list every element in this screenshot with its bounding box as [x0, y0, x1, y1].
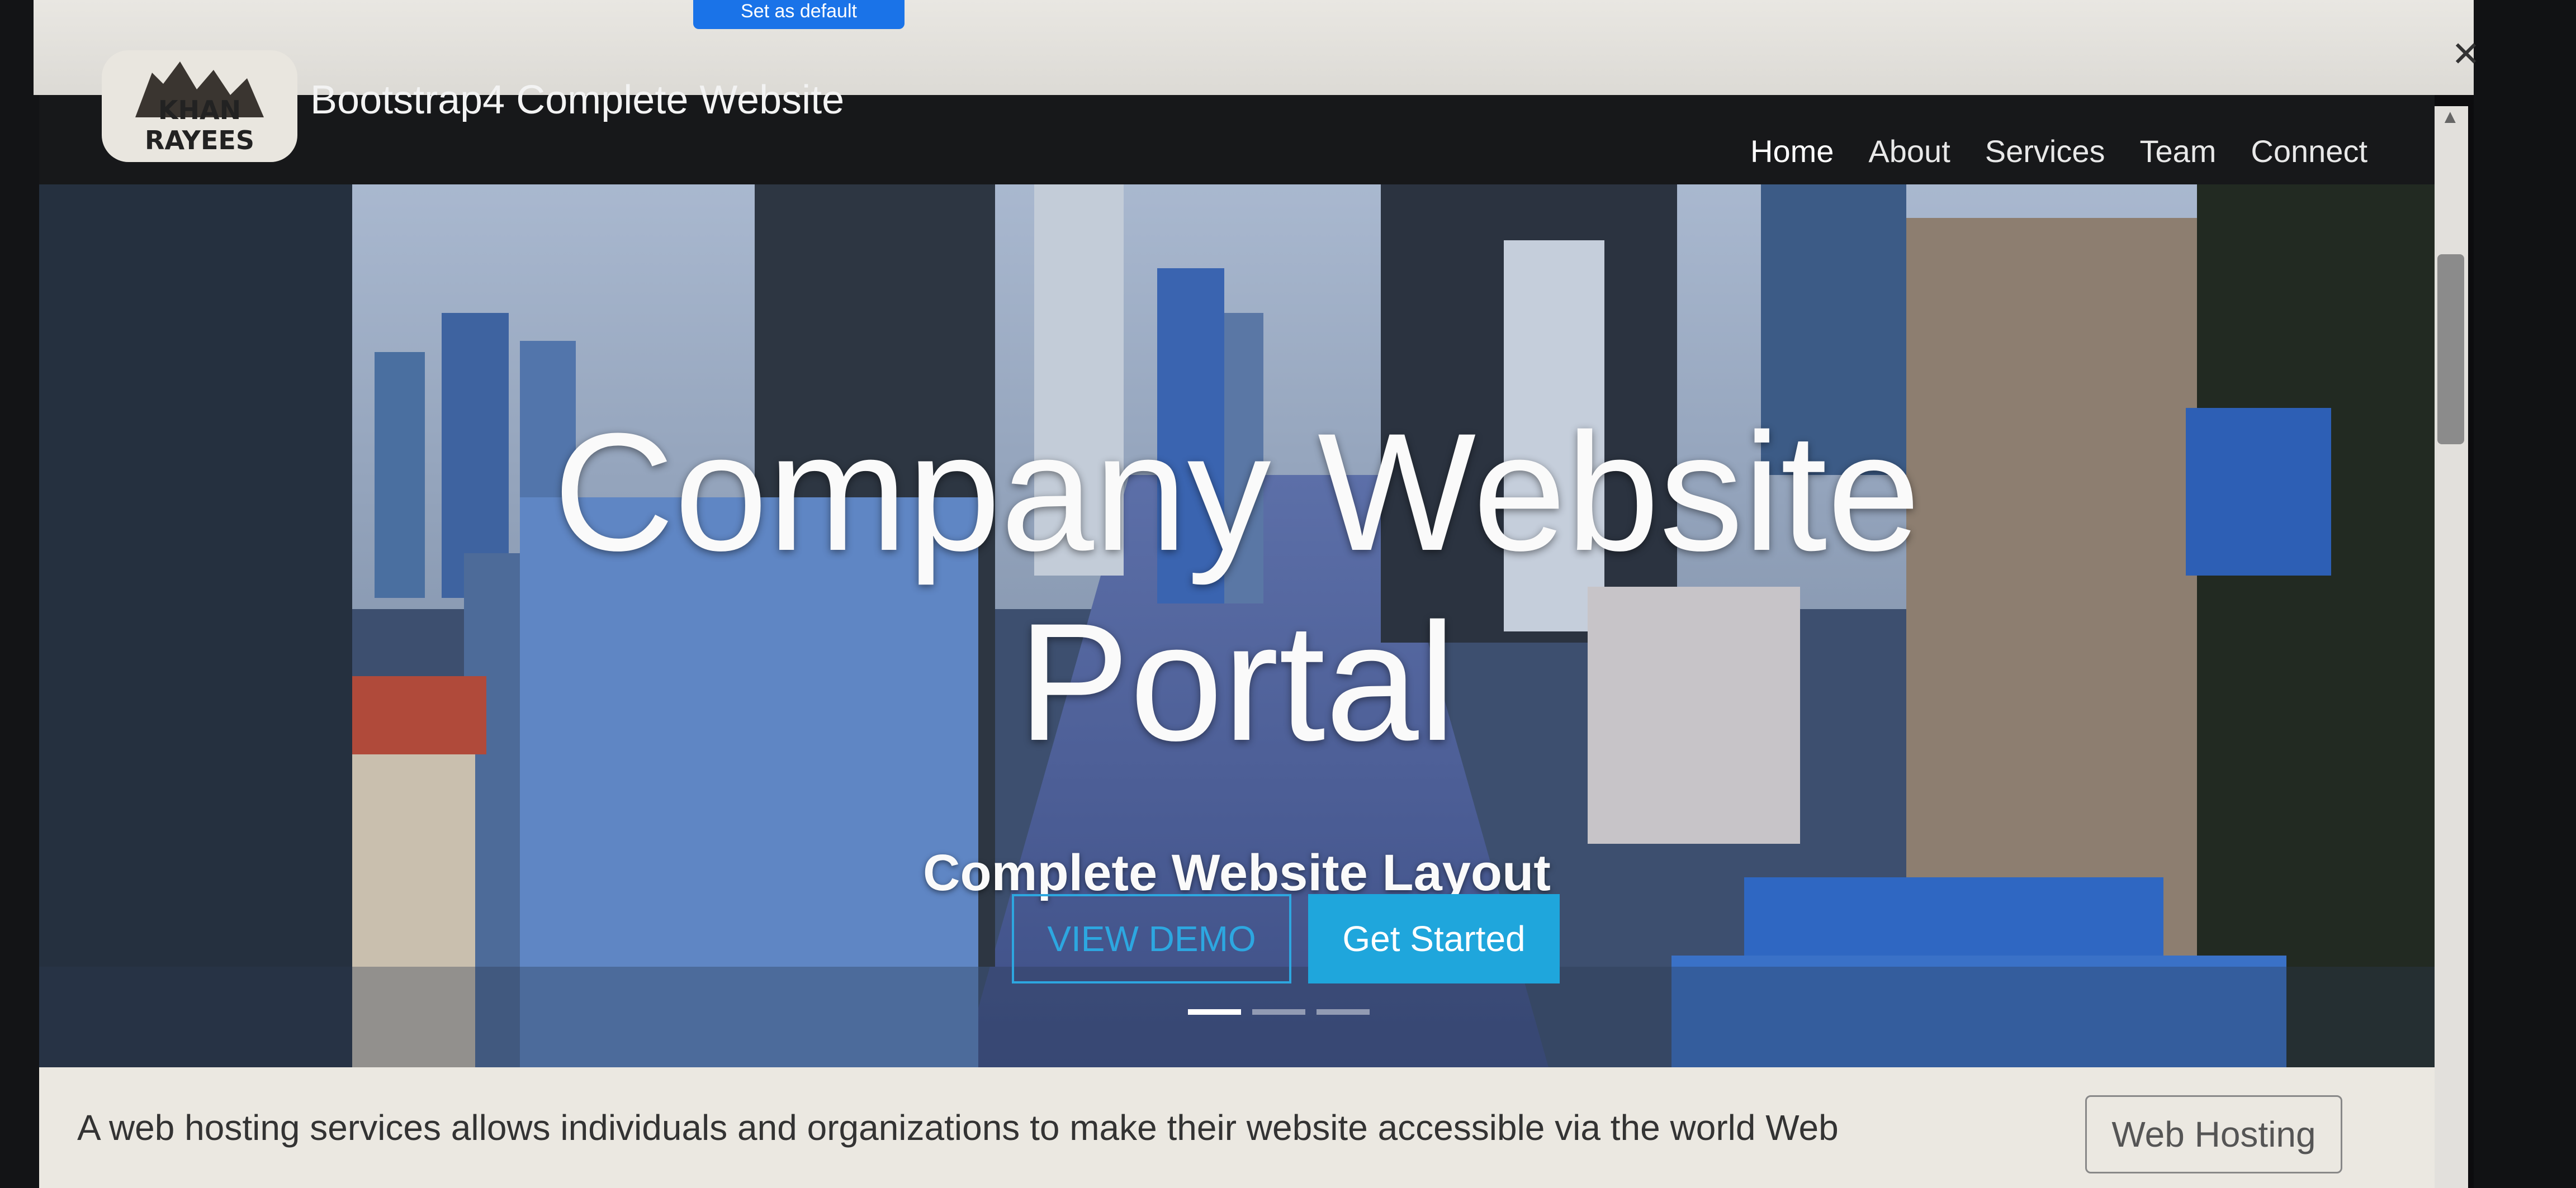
- nav-item-services[interactable]: Services: [1985, 133, 2105, 169]
- hero-carousel: Company Website Portal Complete Website …: [39, 184, 2435, 1067]
- nav-menu: Home About Services Team Connect: [1750, 133, 2367, 169]
- site-logo[interactable]: KHAN RAYEES: [102, 50, 297, 162]
- get-started-button[interactable]: Get Started: [1308, 894, 1560, 983]
- content-section: A web hosting services allows individual…: [39, 1067, 2435, 1188]
- navbar: KHAN RAYEES Bootstrap4 Complete Website …: [39, 50, 2435, 184]
- nav-item-home[interactable]: Home: [1750, 133, 1834, 169]
- carousel-indicator-2[interactable]: [1252, 1009, 1305, 1015]
- nav-item-connect[interactable]: Connect: [2251, 133, 2367, 169]
- set-as-default-button[interactable]: Set as default: [693, 0, 905, 29]
- hero-title: Company Website Portal: [39, 397, 2435, 777]
- monitor-bezel-left: [0, 0, 39, 1188]
- nav-item-about[interactable]: About: [1868, 133, 1950, 169]
- carousel-indicator-3[interactable]: [1317, 1009, 1370, 1015]
- view-demo-button[interactable]: VIEW DEMO: [1012, 894, 1291, 983]
- nav-item-team[interactable]: Team: [2139, 133, 2216, 169]
- close-icon[interactable]: ✕: [2451, 34, 2480, 74]
- intro-paragraph: A web hosting services allows individual…: [77, 1108, 1839, 1148]
- hero-title-line-1: Company Website: [553, 398, 1921, 586]
- web-hosting-button[interactable]: Web Hosting: [2085, 1095, 2342, 1173]
- brand-title[interactable]: Bootstrap4 Complete Website: [310, 77, 844, 123]
- monitor-bezel-right: [2474, 0, 2576, 1188]
- website: KHAN RAYEES Bootstrap4 Complete Website …: [39, 50, 2435, 1188]
- scrollbar-thumb[interactable]: [2437, 254, 2464, 444]
- carousel-indicator-1[interactable]: [1188, 1009, 1241, 1015]
- hero-title-line-2: Portal: [1017, 588, 1456, 776]
- scroll-up-icon[interactable]: ▲: [2441, 106, 2460, 128]
- logo-text: KHAN RAYEES: [145, 95, 254, 155]
